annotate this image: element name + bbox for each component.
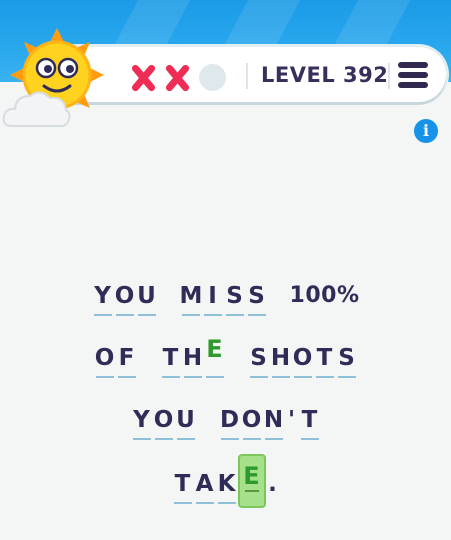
hamburger-menu-icon[interactable]: [398, 62, 428, 90]
puzzle-line: O F T H E S H O T S: [0, 334, 451, 384]
letter-cell: T: [160, 334, 182, 378]
letter-cell: U: [136, 272, 158, 316]
letter-cell: O: [94, 334, 116, 378]
puzzle-line: T A K E .: [0, 454, 451, 510]
letter-cell: M: [180, 272, 202, 316]
puzzle-word: D O N ' T: [219, 396, 321, 446]
period: .: [268, 471, 277, 497]
letter-cell: S: [246, 272, 268, 316]
letter-cell: F: [116, 334, 138, 378]
letter-cell: K: [216, 460, 238, 504]
level-label: LEVEL 392: [261, 63, 389, 87]
active-letter-cell[interactable]: E: [237, 454, 266, 508]
guessed-letter-cell[interactable]: E: [204, 334, 226, 378]
puzzle-line: Y O U D O N ' T: [0, 396, 451, 446]
letter-cell: Y: [131, 396, 153, 440]
letter-cell: S: [224, 272, 246, 316]
puzzle-word: Y O U: [92, 272, 158, 322]
letter-cell: T: [172, 460, 194, 504]
letter-cell: S: [248, 334, 270, 378]
apostrophe: ': [287, 407, 296, 433]
letter-cell: O: [153, 396, 175, 440]
letter-cell: T: [314, 334, 336, 378]
mistake-x-icon: [162, 63, 192, 93]
divider: [388, 63, 390, 89]
puzzle-word: M I S S: [180, 272, 268, 322]
letter-cell: A: [194, 460, 216, 504]
revealed-number: 100%: [289, 283, 360, 308]
lives-indicator: [128, 63, 226, 93]
mistake-x-icon: [128, 63, 158, 93]
puzzle-word: S H O T S: [248, 334, 358, 384]
info-icon[interactable]: i: [414, 119, 438, 143]
letter-cell: O: [292, 334, 314, 378]
letter-cell: D: [219, 396, 241, 440]
cloud-icon: [2, 91, 71, 128]
letter-cell: O: [114, 272, 136, 316]
divider: [246, 63, 248, 89]
puzzle-word: T H E: [160, 334, 226, 384]
letter-cell: Y: [92, 272, 114, 316]
letter-cell: U: [175, 396, 197, 440]
letter-cell: H: [182, 334, 204, 378]
remaining-life-circle-icon: [199, 64, 226, 91]
letter-cell: H: [270, 334, 292, 378]
header-bar: LEVEL 392: [48, 47, 446, 102]
letter-cell: O: [241, 396, 263, 440]
letter-cell: I: [202, 272, 224, 316]
puzzle-word: T A K E .: [172, 454, 280, 510]
letter-cell: N: [263, 396, 285, 440]
puzzle-word: Y O U: [131, 396, 197, 446]
puzzle-line: Y O U M I S S 100%: [0, 272, 451, 322]
letter-cell: S: [336, 334, 358, 378]
puzzle-word: O F: [94, 334, 138, 384]
letter-cell: T: [299, 396, 321, 440]
